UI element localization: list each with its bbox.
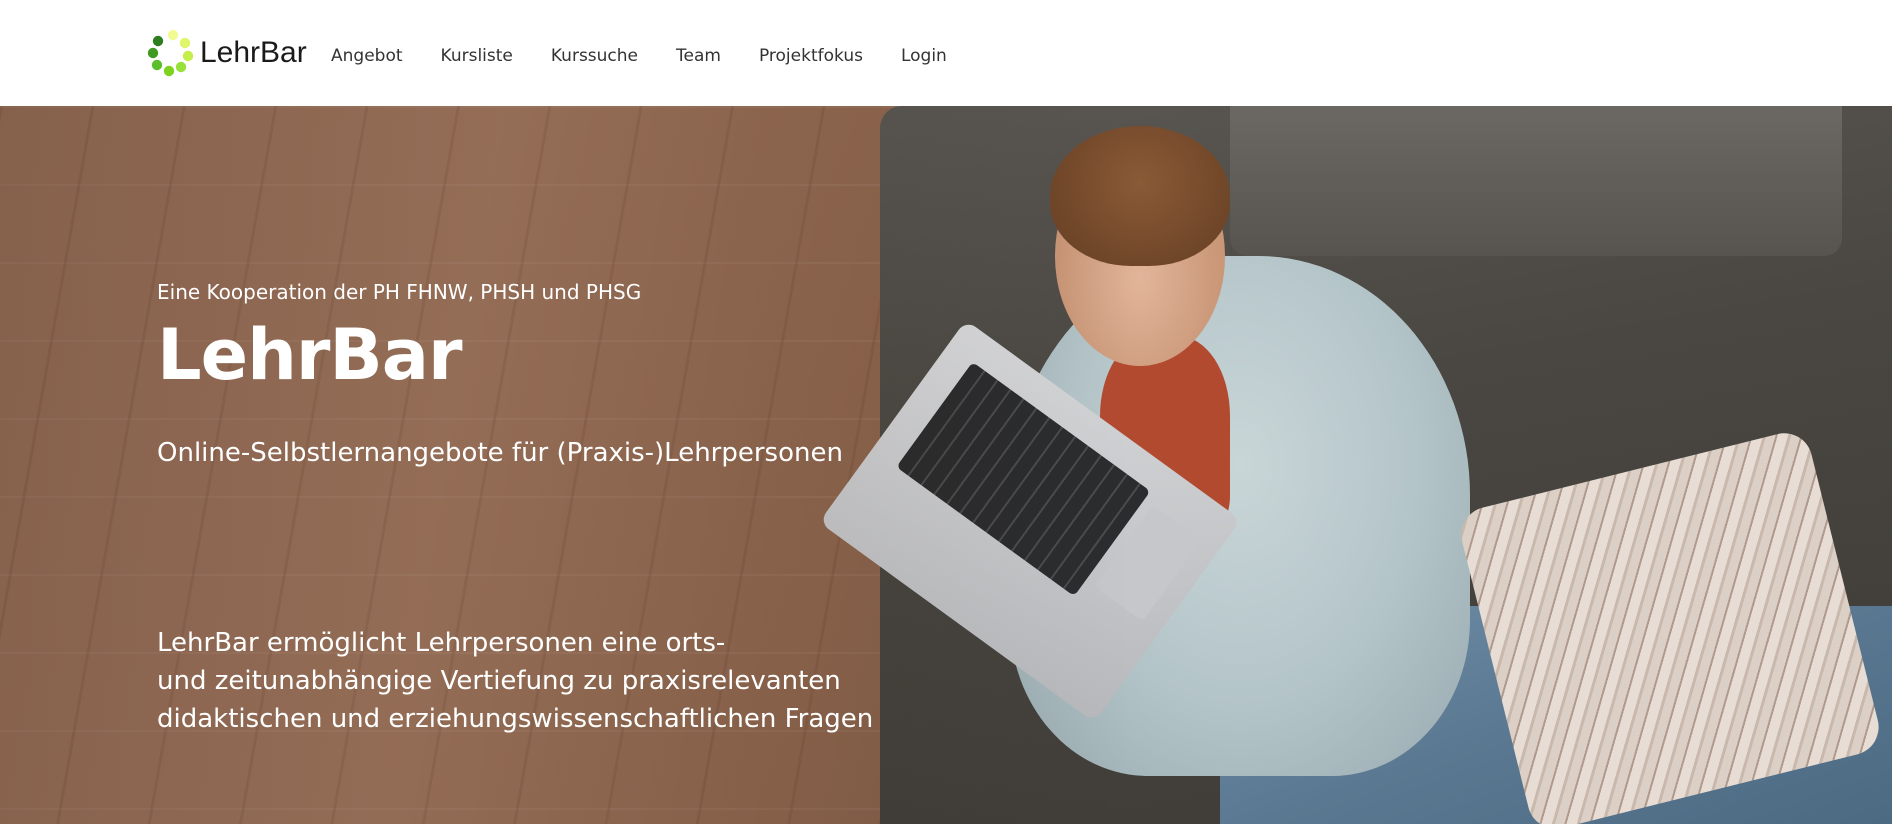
hero-subtitle: Online-Selbstlernangebote für (Praxis-)L… — [157, 438, 843, 468]
hero-description-line: LehrBar ermöglicht Lehrpersonen eine ort… — [157, 628, 726, 658]
logo-text: LehrBar — [200, 36, 307, 69]
hero-eyebrow: Eine Kooperation der PH FHNW, PHSH und P… — [157, 280, 642, 304]
nav-item-projektfokus[interactable]: Projektfokus — [759, 46, 863, 66]
logo[interactable]: LehrBar — [144, 26, 307, 80]
site-header: LehrBar Angebot Kursliste Kurssuche Team… — [0, 0, 1892, 106]
nav-item-login[interactable]: Login — [901, 46, 947, 66]
hero-title: LehrBar — [157, 314, 463, 396]
hero-description: LehrBar ermöglicht Lehrpersonen eine ort… — [157, 624, 917, 738]
nav-item-kurssuche[interactable]: Kurssuche — [551, 46, 638, 66]
hero-description-line: und zeitunabhängige Vertiefung zu praxis… — [157, 666, 841, 696]
hero-section: Eine Kooperation der PH FHNW, PHSH und P… — [0, 106, 1892, 824]
hero-description-line: didaktischen und erziehungswissenschaftl… — [157, 704, 874, 734]
main-nav: Angebot Kursliste Kurssuche Team Projekt… — [331, 46, 985, 66]
nav-item-team[interactable]: Team — [676, 46, 721, 66]
dot-ring-icon — [147, 29, 194, 77]
nav-item-kursliste[interactable]: Kursliste — [441, 46, 513, 66]
nav-item-angebot[interactable]: Angebot — [331, 46, 403, 66]
